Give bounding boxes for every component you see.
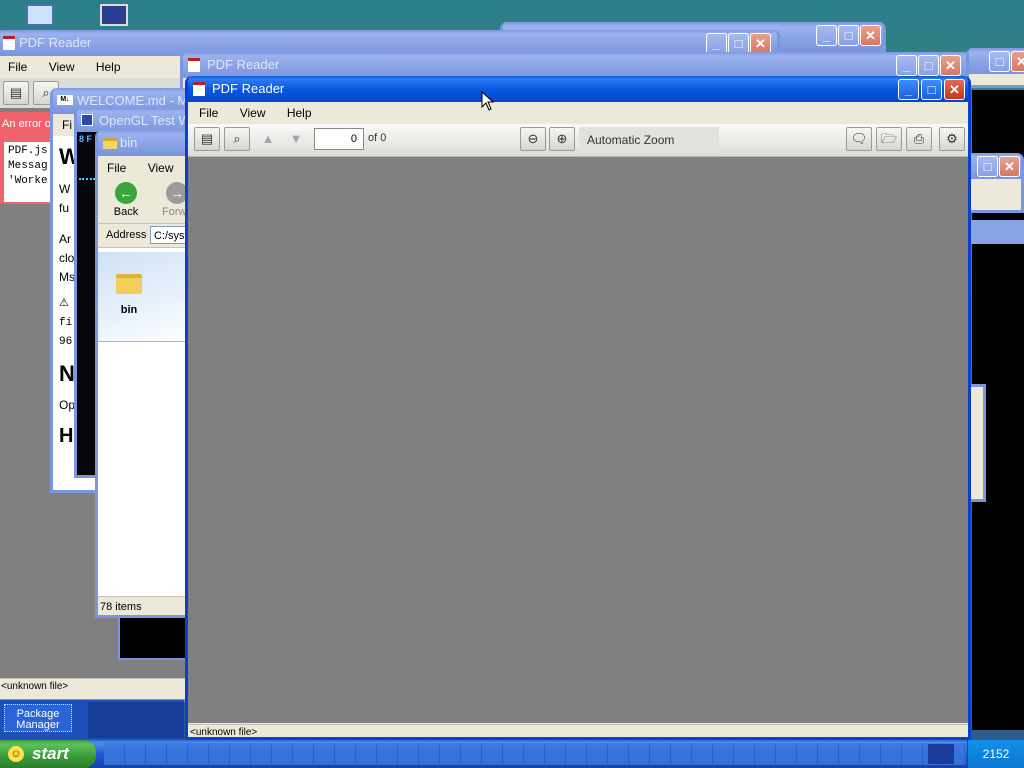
menu-view[interactable]: View [40,56,84,78]
minimize-button[interactable]: _ [898,79,919,100]
sidebar-toggle-icon[interactable]: ▤ [3,81,29,105]
fps-readout: 8 F [79,134,93,144]
right-edge-window-1[interactable]: □ ✕ [966,48,1024,88]
menu-view[interactable]: View [139,156,183,180]
status-fragment [88,702,184,738]
tools-icon[interactable]: ⚙ [939,127,965,151]
menu-file[interactable]: File [190,102,227,124]
close-button[interactable]: ✕ [999,156,1020,177]
toolbar: ▤ ⌕ ▲ ▼ 0 of 0 ⊖ ⊕ Automatic Zoom 🗨 🗁 ⎙ … [188,124,968,157]
clock: 2152 [967,740,1024,768]
maximize-button[interactable]: □ [728,33,749,54]
document-viewer[interactable] [188,157,968,723]
back-button[interactable]: ← Back [108,182,144,222]
dark-window-fragment [118,614,188,660]
menu-view[interactable]: View [231,102,275,124]
print-icon[interactable]: ⎙ [906,127,932,151]
fps-graph [79,172,95,180]
folder-item-bin[interactable]: bin [108,274,150,326]
pdf-icon [193,82,205,96]
menu-help[interactable]: Help [278,102,321,124]
zoom-in-icon[interactable]: ⊕ [549,127,575,151]
window-title: PDF Reader [207,57,280,72]
start-button[interactable]: ☺ start [0,740,96,768]
window-title: PDF Reader [212,81,285,96]
desktop-computer-icon[interactable] [22,2,54,26]
back-icon: ← [115,182,137,204]
window-title: OpenGL Test W [99,113,191,128]
pdf-icon [3,36,15,50]
close-button[interactable]: ✕ [944,79,965,100]
maximize-button[interactable]: □ [977,156,998,177]
desktop-network-icon[interactable] [98,2,128,26]
error-panel: An error oc PDF.js Messag 'Worke [0,112,56,204]
menu-help[interactable]: Help [87,56,130,78]
minimize-button[interactable]: _ [706,33,727,54]
menu-bar: File View [98,156,192,180]
taskbar-active-item[interactable] [928,744,954,764]
window-title: PDF Reader [19,35,92,50]
menu-file[interactable]: File [0,56,36,78]
markdown-icon: M↓ [57,95,73,105]
smiley-icon: ☺ [8,746,24,762]
pdf-reader-main-window[interactable]: PDF Reader _ □ ✕ File View Help ▤ ⌕ ▲ ▼ … [185,76,971,740]
status-bar: <unknown file> [188,724,968,737]
maximize-button[interactable]: □ [918,55,939,76]
close-button[interactable]: ✕ [860,25,881,46]
explorer-status-bar: 78 items [98,596,192,615]
explorer-content: bin [98,248,192,600]
open-file-icon[interactable]: 🗁 [876,127,902,151]
pdf-icon [188,58,200,72]
maximize-button[interactable]: □ [921,79,942,100]
close-button[interactable]: ✕ [1011,51,1024,72]
page-number-input[interactable]: 0 [314,128,364,150]
explorer-window[interactable]: bin File View ← Back → Forw Address C:/s… [95,130,195,618]
next-page-icon[interactable]: ▼ [283,127,309,151]
taskbar: ☺ start 2152 [0,740,1024,768]
mouse-cursor-icon [481,90,495,111]
package-manager-button[interactable]: Package Manager [4,704,72,732]
error-details: PDF.js Messag 'Worke [4,142,52,202]
menu-file[interactable]: File [98,156,135,180]
prev-page-icon[interactable]: ▲ [255,127,281,151]
maximize-button[interactable]: □ [989,51,1010,72]
title-bar[interactable]: PDF Reader [188,76,968,102]
folder-icon [116,274,142,294]
address-bar: Address C:/syst [98,224,192,248]
comment-icon[interactable]: 🗨 [846,127,872,151]
right-edge-strip [970,220,1024,244]
find-icon[interactable]: ⌕ [224,127,250,151]
minimize-button[interactable]: _ [896,55,917,76]
close-button[interactable]: ✕ [940,55,961,76]
folder-icon [103,138,117,149]
explorer-toolbar: ← Back → Forw [98,180,192,224]
window-title: bin [120,135,138,150]
sidebar-toggle-icon[interactable]: ▤ [194,127,220,151]
taskbar-items [104,743,966,765]
zoom-select[interactable]: Automatic Zoom [579,127,719,153]
app-icon [81,114,93,126]
zoom-out-icon[interactable]: ⊖ [520,127,546,151]
page-count-label: of 0 [368,132,387,144]
close-button[interactable]: ✕ [750,33,771,54]
minimize-button[interactable]: _ [816,25,837,46]
right-edge-window-2[interactable]: □ ✕ [966,153,1024,213]
address-label: Address [106,229,147,241]
maximize-button[interactable]: □ [838,25,859,46]
error-heading: An error oc [2,118,57,130]
package-manager-area: Package Manager [0,700,184,740]
window-title: WELCOME.md - M [77,93,189,108]
menu-bar: File View Help [188,102,968,124]
